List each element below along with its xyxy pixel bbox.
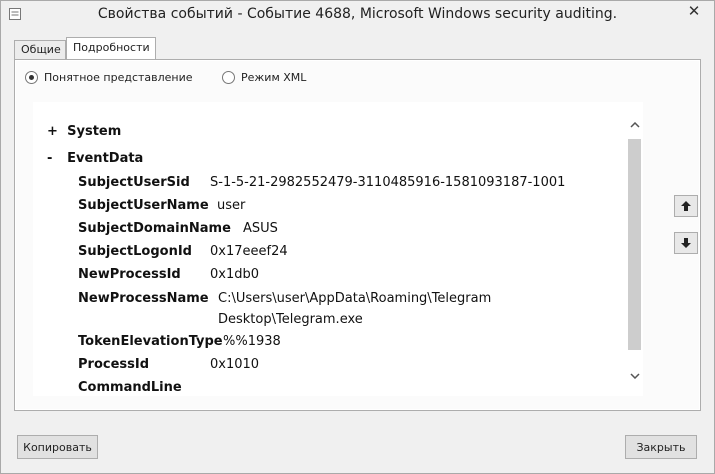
window-title: Свойства событий - Событие 4688, Microso… bbox=[97, 6, 618, 22]
scroll-up-icon[interactable] bbox=[626, 116, 643, 133]
field-row: TokenElevationType%%1938 bbox=[78, 334, 281, 349]
event-properties-window: Свойства событий - Событие 4688, Microso… bbox=[0, 0, 715, 474]
field-row: SubjectUserSid S-1-5-21-2982552479-311048… bbox=[78, 175, 565, 190]
tab-general[interactable]: Общие bbox=[14, 40, 66, 60]
field-value: %%1938 bbox=[223, 334, 281, 349]
vertical-scrollbar[interactable] bbox=[626, 102, 643, 396]
radio-friendly-view[interactable]: Понятное представление bbox=[25, 71, 193, 84]
next-event-button[interactable] bbox=[674, 232, 698, 254]
close-button[interactable]: Закрыть bbox=[625, 435, 697, 459]
scrollbar-thumb[interactable] bbox=[628, 139, 641, 350]
field-row: NewProcessId 0x1db0 bbox=[78, 267, 259, 282]
arrow-up-icon bbox=[681, 201, 691, 211]
radio-friendly-label: Понятное представление bbox=[44, 71, 193, 84]
field-row: ProcessId 0x1010 bbox=[78, 357, 259, 372]
close-icon[interactable]: ✕ bbox=[680, 1, 708, 21]
scroll-down-icon[interactable] bbox=[626, 367, 643, 384]
field-key: NewProcessId bbox=[78, 267, 181, 282]
field-row: SubjectUserName user bbox=[78, 198, 245, 213]
field-key: SubjectUserSid bbox=[78, 175, 190, 190]
radio-unselected-icon bbox=[222, 71, 235, 84]
field-value: ASUS bbox=[243, 221, 278, 236]
field-row: SubjectDomainName ASUS bbox=[78, 221, 278, 236]
field-key: CommandLine bbox=[78, 380, 182, 395]
field-key: SubjectLogonId bbox=[78, 244, 192, 259]
field-value: Desktop\Telegram.exe bbox=[218, 312, 363, 327]
field-value: 0x1010 bbox=[210, 357, 260, 372]
copy-button[interactable]: Копировать bbox=[17, 435, 98, 459]
field-value: S-1-5-21-2982552479-3110485916-158109318… bbox=[210, 175, 566, 190]
field-key: SubjectUserName bbox=[78, 198, 209, 213]
arrow-down-icon bbox=[681, 238, 691, 248]
field-value: 0x1db0 bbox=[210, 267, 260, 282]
radio-selected-icon bbox=[25, 71, 38, 84]
radio-xml-view[interactable]: Режим XML bbox=[222, 71, 306, 84]
tab-details[interactable]: Подробности bbox=[66, 37, 156, 60]
field-key: ProcessId bbox=[78, 357, 150, 372]
field-row-continuation: Desktop\Telegram.exe bbox=[218, 312, 363, 327]
details-panel-body: Понятное представление Режим XML + Syste… bbox=[16, 61, 699, 409]
tree-node-eventdata[interactable]: - EventData bbox=[47, 151, 143, 166]
field-row: NewProcessName C:\Users\user\AppData\Roam… bbox=[78, 291, 491, 306]
tree-node-system[interactable]: + System bbox=[47, 124, 121, 139]
field-value: C:\Users\user\AppData\Roaming\Telegram bbox=[218, 291, 492, 306]
title-bar: Свойства событий - Событие 4688, Microso… bbox=[1, 1, 714, 29]
event-data-view: + System - EventData SubjectUserSid S-1-5… bbox=[33, 102, 626, 396]
field-row: CommandLine bbox=[78, 380, 210, 395]
field-value: user bbox=[217, 198, 246, 213]
radio-xml-label: Режим XML bbox=[241, 71, 307, 84]
details-panel: Понятное представление Режим XML + Syste… bbox=[14, 59, 701, 411]
field-value: 0x17eeef24 bbox=[210, 244, 288, 259]
expand-icon[interactable]: + bbox=[47, 124, 63, 139]
field-key: SubjectDomainName bbox=[78, 221, 231, 236]
field-row: SubjectLogonId 0x17eeef24 bbox=[78, 244, 288, 259]
tree-node-label: System bbox=[67, 124, 122, 139]
field-key: NewProcessName bbox=[78, 291, 209, 306]
collapse-icon[interactable]: - bbox=[47, 151, 63, 166]
previous-event-button[interactable] bbox=[674, 195, 698, 217]
tree-node-label: EventData bbox=[67, 151, 144, 166]
field-key: TokenElevationType bbox=[78, 334, 223, 349]
